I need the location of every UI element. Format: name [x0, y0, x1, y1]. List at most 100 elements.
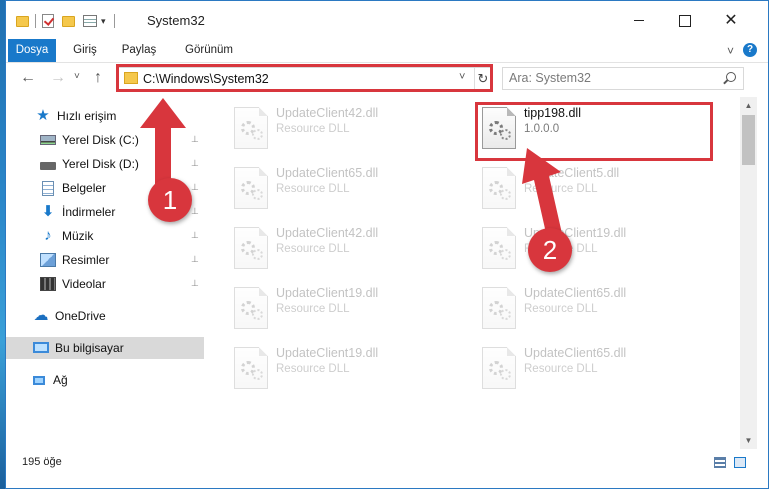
file-name: UpdateClient5.dll	[524, 166, 620, 180]
scroll-down-icon[interactable]: ▼	[740, 432, 757, 449]
ribbon-expand-icon[interactable]: ˅	[727, 44, 734, 58]
search-icon[interactable]	[726, 72, 736, 82]
large-icons-view-icon[interactable]	[734, 457, 746, 468]
file-description: Resource DLL	[276, 243, 350, 255]
close-button[interactable]: ✕	[708, 9, 754, 33]
sidebar-item-label: Belgeler	[62, 181, 107, 195]
dll-file-icon	[482, 287, 516, 329]
pin-icon[interactable]: ⊥	[191, 159, 199, 168]
recent-locations-icon[interactable]: ˅	[74, 71, 80, 82]
sidebar-item-label: Videolar	[62, 277, 106, 291]
file-item[interactable]: UpdateClient19.dll Resource DLL	[226, 343, 466, 393]
scroll-thumb[interactable]	[742, 115, 755, 165]
properties-check-icon[interactable]	[42, 14, 54, 28]
pin-icon[interactable]: ⊥	[191, 183, 199, 192]
window-title: System32	[147, 13, 205, 28]
sidebar-item-label: Ağ	[53, 373, 68, 387]
star-icon: ★	[36, 107, 50, 124]
quick-access-toolbar: ▾	[16, 13, 121, 29]
search-box[interactable]	[502, 67, 744, 90]
dll-file-icon	[234, 167, 268, 209]
network-icon	[33, 375, 45, 385]
minimize-button[interactable]	[616, 9, 662, 33]
music-icon: ♪	[44, 227, 52, 244]
pin-icon[interactable]: ⊥	[191, 207, 199, 216]
tab-dosya[interactable]: Dosya	[8, 39, 56, 62]
dll-file-icon	[234, 107, 268, 149]
toolbar-separator	[35, 14, 36, 28]
sidebar-item-quick-access[interactable]: ★ Hızlı erişim	[6, 105, 204, 127]
sidebar-item-network[interactable]: Ağ	[6, 369, 204, 391]
dll-file-icon	[234, 287, 268, 329]
file-item[interactable]: UpdateClient42.dll Resource DLL	[226, 103, 466, 153]
file-name: UpdateClient65.dll	[276, 166, 379, 180]
file-name: UpdateClient42.dll	[276, 226, 379, 240]
folder-icon[interactable]	[16, 15, 29, 27]
sidebar-item-onedrive[interactable]: ☁ OneDrive	[6, 305, 204, 327]
computer-icon	[33, 341, 49, 353]
dll-file-icon	[234, 227, 268, 269]
dll-file-icon	[482, 167, 516, 209]
explorer-window: ▾ System32 ✕ Dosya Giriş Paylaş Görünüm …	[5, 0, 769, 489]
view-props-icon[interactable]	[83, 15, 97, 27]
file-description: Resource DLL	[524, 183, 598, 195]
pictures-icon	[40, 253, 56, 267]
drive-icon	[40, 162, 56, 170]
file-item[interactable]: UpdateClient65.dll Resource DLL	[474, 283, 714, 333]
forward-arrow-icon[interactable]: →	[50, 69, 66, 87]
file-item[interactable]: UpdateClient65.dll Resource DLL	[226, 163, 466, 213]
new-folder-icon[interactable]	[62, 15, 75, 27]
file-description: Resource DLL	[524, 303, 598, 315]
status-bar: 195 öğe	[6, 451, 768, 473]
sidebar-item-label: Yerel Disk (D:)	[62, 157, 139, 171]
pin-icon[interactable]: ⊥	[191, 255, 199, 264]
sidebar-item-label: Hızlı erişim	[57, 109, 117, 123]
step-badge-2: 2	[528, 228, 572, 272]
scroll-up-icon[interactable]: ▲	[740, 97, 757, 114]
file-name: UpdateClient65.dll	[524, 346, 627, 360]
back-arrow-icon[interactable]: ←	[20, 69, 36, 87]
pin-icon[interactable]: ⊥	[191, 231, 199, 240]
file-description: Resource DLL	[276, 123, 350, 135]
sidebar-item-muzik[interactable]: ♪ Müzik ⊥	[6, 225, 204, 247]
local-disk-icon	[40, 135, 56, 145]
file-name: UpdateClient19.dll	[276, 346, 379, 360]
file-item[interactable]: UpdateClient42.dll Resource DLL	[226, 223, 466, 273]
details-view-icon[interactable]	[714, 457, 726, 468]
ribbon-tabs: Dosya Giriş Paylaş Görünüm ˅ ?	[6, 39, 768, 63]
tab-paylas[interactable]: Paylaş	[114, 39, 164, 62]
file-item[interactable]: UpdateClient19.dll Resource DLL	[474, 223, 714, 273]
pin-icon[interactable]: ⊥	[191, 135, 199, 144]
vertical-scrollbar[interactable]: ▲ ▼	[740, 97, 757, 449]
sidebar-item-label: OneDrive	[55, 309, 106, 323]
up-arrow-icon[interactable]: ↑	[94, 69, 102, 87]
file-name: UpdateClient65.dll	[524, 286, 627, 300]
tab-gorunum[interactable]: Görünüm	[176, 39, 242, 62]
search-input[interactable]	[509, 71, 709, 85]
sidebar-item-videolar[interactable]: Videolar ⊥	[6, 273, 204, 295]
help-icon[interactable]: ?	[743, 43, 757, 57]
videos-icon	[40, 277, 56, 291]
documents-icon	[42, 180, 54, 196]
dll-file-icon	[482, 347, 516, 389]
file-description: Resource DLL	[276, 363, 350, 375]
sidebar-item-local-disk-c[interactable]: Yerel Disk (C:) ⊥	[6, 129, 204, 151]
sidebar-item-label: Bu bilgisayar	[55, 341, 124, 355]
file-description: Resource DLL	[276, 303, 350, 315]
file-item[interactable]: UpdateClient19.dll Resource DLL	[226, 283, 466, 333]
tab-giris[interactable]: Giriş	[62, 39, 108, 62]
file-item[interactable]: UpdateClient5.dll Resource DLL	[474, 163, 714, 213]
customize-dropdown-icon[interactable]: ▾	[101, 16, 106, 27]
pin-icon[interactable]: ⊥	[191, 279, 199, 288]
sidebar-item-local-disk-d[interactable]: Yerel Disk (D:) ⊥	[6, 153, 204, 175]
toolbar-separator	[113, 14, 115, 28]
sidebar-item-label: Yerel Disk (C:)	[62, 133, 139, 147]
maximize-button[interactable]	[662, 9, 708, 33]
sidebar-item-this-pc[interactable]: Bu bilgisayar	[6, 337, 204, 359]
address-bar-highlight	[116, 64, 493, 92]
sidebar-item-resimler[interactable]: Resimler ⊥	[6, 249, 204, 271]
dll-file-icon	[234, 347, 268, 389]
step-badge-1: 1	[148, 178, 192, 222]
file-name: UpdateClient19.dll	[276, 286, 379, 300]
file-item[interactable]: UpdateClient65.dll Resource DLL	[474, 343, 714, 393]
